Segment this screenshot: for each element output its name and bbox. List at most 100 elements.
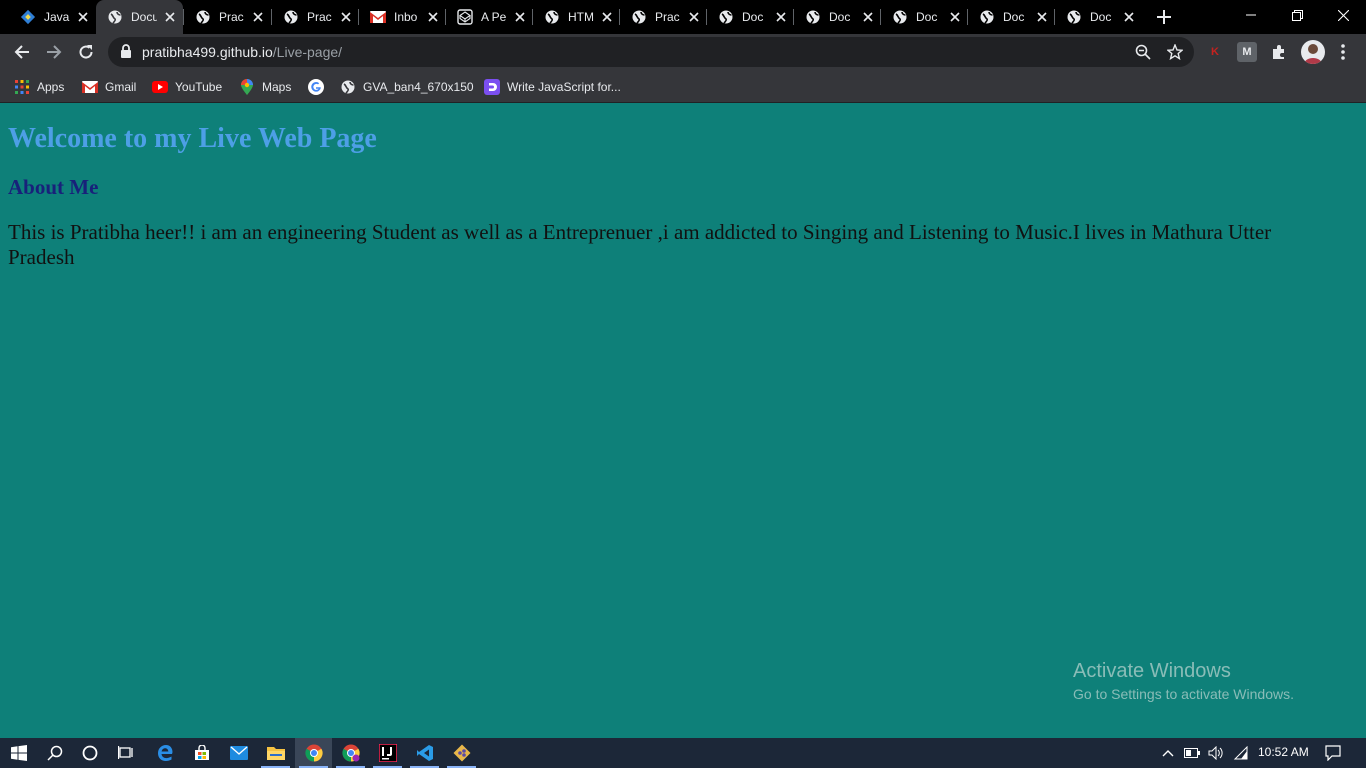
tab-docu[interactable]: Docu <box>96 0 183 34</box>
battery-icon[interactable] <box>1184 745 1200 761</box>
start-button[interactable] <box>0 738 37 768</box>
browser-toolbar: pratibha499.github.io/Live-page/ K M <box>0 34 1366 70</box>
about-me-heading: About Me <box>8 175 99 199</box>
tab-doc-2[interactable]: Doc <box>794 0 881 34</box>
new-tab-button[interactable] <box>1154 7 1174 27</box>
edge-icon <box>157 745 172 761</box>
url-host: pratibha499.github.io <box>142 44 273 60</box>
cortana-button[interactable] <box>71 738 108 768</box>
bookmark-label: Write JavaScript for... <box>507 80 621 94</box>
close-icon[interactable] <box>774 10 788 24</box>
lock-icon[interactable] <box>120 44 132 64</box>
chrome-icon <box>341 744 360 762</box>
bookmark-star-icon[interactable] <box>1165 42 1185 62</box>
tab-doc-5[interactable]: Doc <box>1055 0 1142 34</box>
tab-doc-1[interactable]: Doc <box>707 0 794 34</box>
back-button[interactable] <box>8 38 36 66</box>
taskbar-intellij[interactable] <box>369 738 406 768</box>
search-button[interactable] <box>36 738 73 768</box>
tab-doc-3[interactable]: Doc <box>881 0 968 34</box>
url-path: /Live-page/ <box>272 44 343 60</box>
volume-icon[interactable] <box>1208 745 1224 761</box>
tab-doc-4[interactable]: Doc <box>968 0 1055 34</box>
taskbar-vscode[interactable] <box>406 738 443 768</box>
tray-overflow-chevron-icon[interactable] <box>1160 745 1176 761</box>
task-view-button[interactable] <box>107 738 144 768</box>
notification-center-icon[interactable] <box>1325 745 1341 761</box>
extension-k-icon[interactable]: K <box>1205 42 1225 62</box>
extensions-puzzle-icon[interactable] <box>1269 42 1289 62</box>
tab-title: Doc <box>916 10 938 24</box>
vscode-icon <box>416 745 433 761</box>
close-icon[interactable] <box>426 10 440 24</box>
close-icon[interactable] <box>251 10 265 24</box>
mail-icon <box>229 746 248 760</box>
close-window-button[interactable] <box>1320 0 1366 30</box>
wifi-icon[interactable] <box>1233 745 1249 761</box>
taskbar-chrome-profile[interactable] <box>332 738 369 768</box>
close-icon[interactable] <box>76 10 90 24</box>
tab-title: HTM <box>568 10 594 24</box>
profile-avatar[interactable] <box>1301 40 1325 64</box>
bookmark-gva-banner[interactable]: GVA_ban4_670x150 <box>340 76 474 98</box>
minimize-button[interactable] <box>1228 0 1274 30</box>
menu-dots-icon[interactable] <box>1333 42 1353 62</box>
taskbar-file-explorer[interactable] <box>257 738 294 768</box>
git-diamond-icon <box>453 744 470 762</box>
bookmark-youtube[interactable]: YouTube <box>152 76 222 98</box>
bookmark-write-javascript[interactable]: Write JavaScript for... <box>484 76 621 98</box>
tab-separator <box>271 9 272 25</box>
gmail-icon <box>82 79 98 95</box>
taskbar-mail[interactable] <box>220 738 257 768</box>
tab-java[interactable]: Java <box>9 0 96 34</box>
close-icon[interactable] <box>600 10 614 24</box>
reload-button[interactable] <box>72 38 100 66</box>
youtube-icon <box>152 79 168 95</box>
bookmark-maps[interactable]: Maps <box>239 76 291 98</box>
bookmark-gmail[interactable]: Gmail <box>82 76 136 98</box>
tab-inbox[interactable]: Inbo <box>359 0 446 34</box>
close-icon[interactable] <box>1122 10 1136 24</box>
globe-icon <box>195 9 211 25</box>
bookmark-apps[interactable]: Apps <box>14 76 64 98</box>
taskbar-clock[interactable]: 10:52 AM <box>1258 745 1309 759</box>
url-text[interactable]: pratibha499.github.io/Live-page/ <box>142 44 342 60</box>
bookmark-label: GVA_ban4_670x150 <box>363 80 474 94</box>
forward-button[interactable] <box>40 38 68 66</box>
tab-separator <box>619 9 620 25</box>
restore-button[interactable] <box>1274 0 1320 30</box>
close-icon[interactable] <box>339 10 353 24</box>
google-icon <box>308 79 324 95</box>
restore-icon <box>1291 9 1303 21</box>
taskbar-edge[interactable] <box>146 738 183 768</box>
globe-icon <box>544 9 560 25</box>
codepen-icon <box>457 9 473 25</box>
tab-prac-3[interactable]: Prac <box>620 0 707 34</box>
address-bar[interactable]: pratibha499.github.io/Live-page/ <box>108 37 1194 67</box>
taskbar-store[interactable] <box>183 738 220 768</box>
tab-htm[interactable]: HTM <box>533 0 620 34</box>
taskbar-chrome-active[interactable] <box>295 738 332 768</box>
close-icon[interactable] <box>1035 10 1049 24</box>
tab-separator <box>183 9 184 25</box>
web-page-content: Welcome to my Live Web Page About Me Thi… <box>0 103 1366 738</box>
close-icon[interactable] <box>687 10 701 24</box>
extension-m-icon[interactable]: M <box>1237 42 1257 62</box>
zoom-icon[interactable] <box>1133 42 1153 62</box>
tab-prac-2[interactable]: Prac <box>272 0 359 34</box>
windows-logo-icon <box>10 745 27 761</box>
taskbar-git-tool[interactable] <box>443 738 480 768</box>
tab-codepen[interactable]: A Pe <box>446 0 533 34</box>
tab-title: Doc <box>1090 10 1112 24</box>
close-icon[interactable] <box>163 10 177 24</box>
minimize-icon <box>1246 14 1256 16</box>
tab-title: Doc <box>742 10 764 24</box>
close-icon[interactable] <box>861 10 875 24</box>
search-icon <box>46 745 62 761</box>
tab-prac-1[interactable]: Prac <box>184 0 271 34</box>
close-icon[interactable] <box>948 10 962 24</box>
close-icon[interactable] <box>513 10 527 24</box>
bookmark-google[interactable] <box>308 76 331 98</box>
bookmark-label: Apps <box>37 80 65 94</box>
windows-taskbar: 10:52 AM <box>0 738 1366 768</box>
